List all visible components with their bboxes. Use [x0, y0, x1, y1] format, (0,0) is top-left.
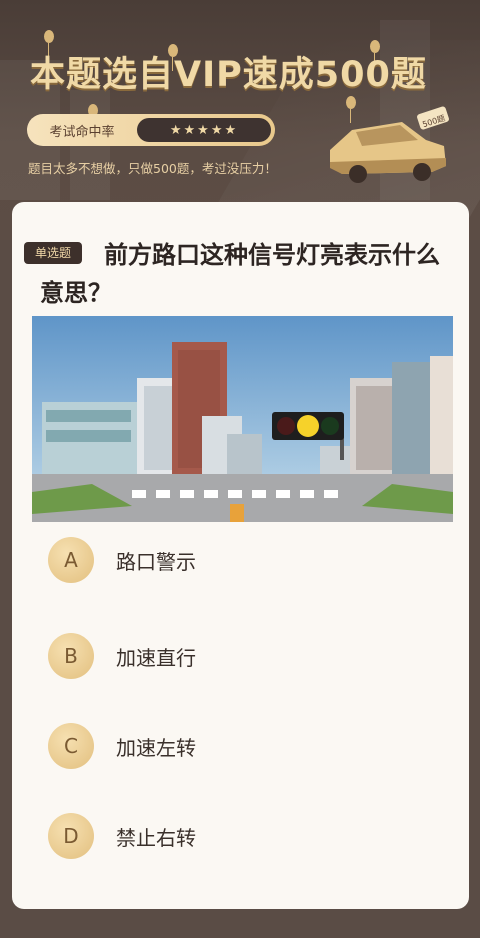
hit-rate-label: 考试命中率 [49, 124, 115, 140]
promo-subtitle: 题目太多不想做，只做500题，考过没压力！ [28, 161, 277, 176]
promo-title: 本题选自VIP速成500题 [30, 55, 427, 95]
option-a-text: 路口警示 [116, 549, 196, 574]
intersection-illustration [32, 316, 453, 522]
option-a[interactable]: A 路口警示 [48, 536, 428, 584]
yellow-signal-light [297, 415, 319, 437]
option-c[interactable]: C 加速左转 [48, 722, 428, 770]
option-d-letter: D [48, 813, 94, 859]
bottom-strip [0, 909, 480, 938]
option-d-text: 禁止右转 [116, 825, 196, 850]
balloon-icon [44, 30, 54, 57]
option-b-letter: B [48, 633, 94, 679]
option-a-letter: A [48, 537, 94, 583]
option-b[interactable]: B 加速直行 [48, 632, 428, 680]
question-text: 前方路口这种信号灯亮表示什么意思？ [40, 241, 440, 307]
option-c-text: 加速左转 [116, 735, 196, 760]
option-d[interactable]: D 禁止右转 [48, 812, 428, 860]
hit-rate-badge: 考试命中率 ★★★★★ [27, 114, 275, 146]
question-card: 单选题 前方路口这种信号灯亮表示什么意思？ A 路口警示 B 加速直行 C 加速… [12, 202, 469, 909]
option-c-letter: C [48, 723, 94, 769]
star-rating: ★★★★★ [137, 118, 271, 142]
car-icon: 500题 [330, 106, 449, 183]
option-b-text: 加速直行 [116, 645, 196, 670]
